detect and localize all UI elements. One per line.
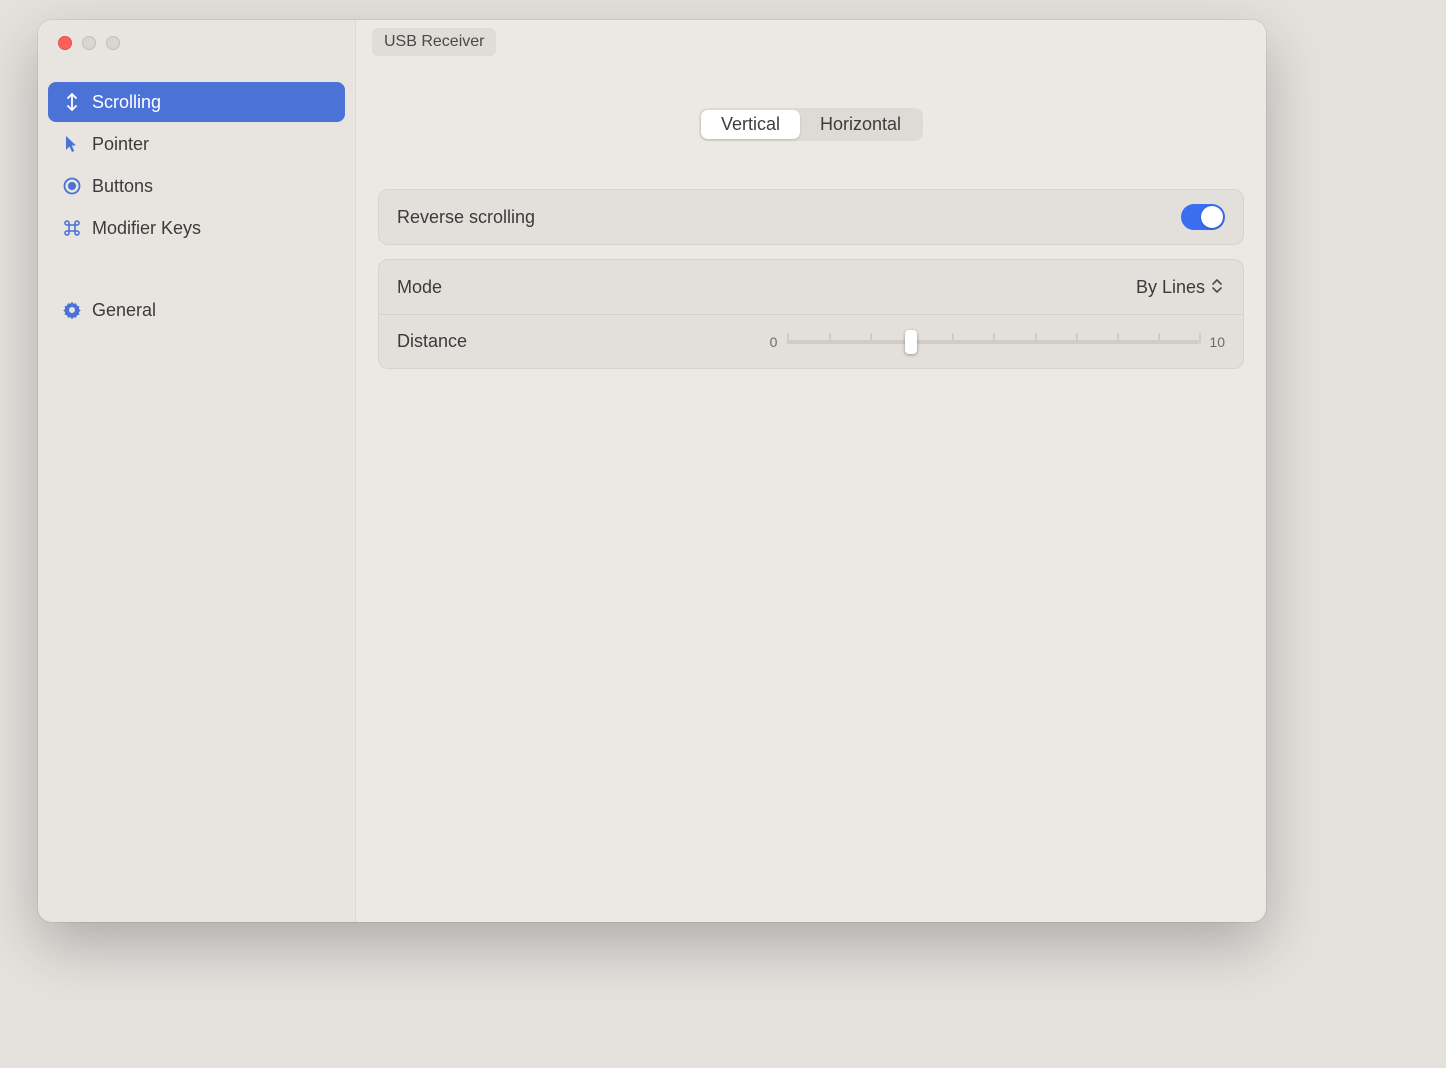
main-panel: USB Receiver Vertical Horizontal Reverse…	[356, 20, 1266, 922]
slider-tick	[993, 333, 995, 343]
slider-tick	[787, 333, 789, 343]
cursor-icon	[62, 134, 82, 154]
reverse-scrolling-row: Reverse scrolling	[379, 190, 1243, 244]
slider-handle[interactable]	[905, 330, 917, 354]
sidebar-nav: Scrolling Pointer Buttons	[38, 82, 355, 330]
updown-arrows-icon	[1211, 278, 1225, 296]
reverse-scrolling-card: Reverse scrolling	[378, 189, 1244, 245]
record-icon	[62, 176, 82, 196]
mode-label: Mode	[397, 277, 442, 298]
distance-slider-area: 0 10	[770, 331, 1225, 353]
distance-min-label: 0	[770, 334, 778, 350]
tab-vertical[interactable]: Vertical	[701, 110, 800, 139]
tab-horizontal[interactable]: Horizontal	[800, 110, 921, 139]
distance-label: Distance	[397, 331, 467, 352]
sidebar-item-scrolling[interactable]: Scrolling	[48, 82, 345, 122]
sidebar-item-label: Modifier Keys	[92, 218, 201, 239]
reverse-scrolling-toggle[interactable]	[1181, 204, 1225, 230]
sidebar-item-buttons[interactable]: Buttons	[48, 166, 345, 206]
distance-slider[interactable]	[787, 331, 1199, 353]
slider-tick	[829, 333, 831, 343]
reverse-scrolling-label: Reverse scrolling	[397, 207, 535, 228]
sidebar: Scrolling Pointer Buttons	[38, 20, 356, 922]
sidebar-item-label: Pointer	[92, 134, 149, 155]
gear-icon	[62, 300, 82, 320]
zoom-window-button	[106, 36, 120, 50]
sidebar-divider	[48, 250, 345, 290]
preferences-window: Scrolling Pointer Buttons	[38, 20, 1266, 922]
mode-select[interactable]: By Lines	[1136, 277, 1225, 298]
sidebar-item-general[interactable]: General	[48, 290, 345, 330]
mode-value: By Lines	[1136, 277, 1205, 298]
slider-tick	[1117, 333, 1119, 343]
device-chip[interactable]: USB Receiver	[372, 28, 496, 56]
distance-row: Distance 0 10	[379, 314, 1243, 368]
segmented-control: Vertical Horizontal	[699, 108, 923, 141]
sidebar-item-label: General	[92, 300, 156, 321]
slider-tick	[1199, 333, 1201, 343]
close-window-button[interactable]	[58, 36, 72, 50]
sidebar-item-modifier-keys[interactable]: Modifier Keys	[48, 208, 345, 248]
sidebar-item-label: Buttons	[92, 176, 153, 197]
sidebar-item-label: Scrolling	[92, 92, 161, 113]
slider-tick	[952, 333, 954, 343]
scroll-arrows-icon	[62, 92, 82, 112]
slider-tick	[870, 333, 872, 343]
mode-row: Mode By Lines	[379, 260, 1243, 314]
slider-ticks	[787, 336, 1199, 348]
minimize-window-button	[82, 36, 96, 50]
distance-max-label: 10	[1209, 334, 1225, 350]
slider-tick	[1158, 333, 1160, 343]
sidebar-item-pointer[interactable]: Pointer	[48, 124, 345, 164]
command-key-icon	[62, 218, 82, 238]
mode-distance-card: Mode By Lines Distance 0	[378, 259, 1244, 369]
window-controls	[38, 30, 355, 50]
slider-tick	[1076, 333, 1078, 343]
slider-tick	[1035, 333, 1037, 343]
orientation-tabs: Vertical Horizontal	[378, 108, 1244, 141]
